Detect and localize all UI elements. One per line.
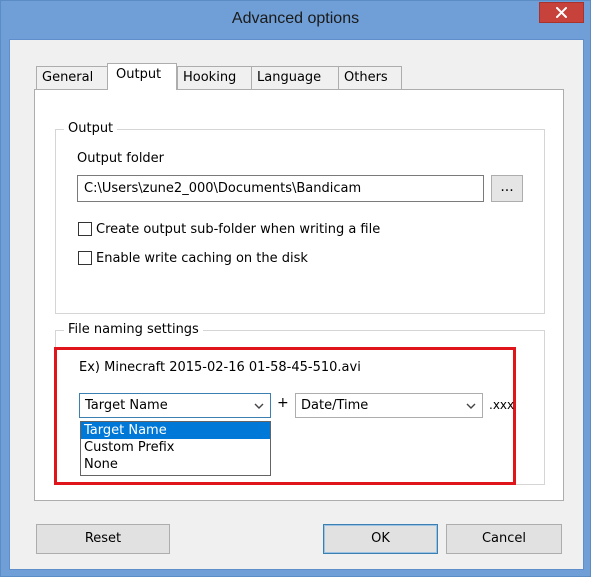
dropdown-option-none[interactable]: None — [81, 456, 270, 473]
reset-button[interactable]: Reset — [36, 524, 170, 554]
subfolder-checkbox[interactable] — [78, 222, 92, 236]
prefix-dropdown-list: Target Name Custom Prefix None — [80, 421, 271, 476]
dropdown-option-target-name[interactable]: Target Name — [81, 422, 270, 439]
tab-language[interactable]: Language — [251, 66, 339, 89]
title-bar[interactable]: Advanced options — [1, 1, 590, 39]
tab-label: Others — [344, 70, 388, 85]
dialog-window: Advanced options General Output Hooking … — [0, 0, 591, 577]
tab-others[interactable]: Others — [338, 66, 402, 89]
chevron-down-icon — [254, 403, 264, 409]
chevron-down-icon — [466, 403, 476, 409]
file-extension-label: .xxx — [489, 398, 515, 412]
tab-label: General — [42, 70, 94, 85]
tab-label: Output — [116, 67, 162, 82]
filename-example: Ex) Minecraft 2015-02-16 01-58-45-510.av… — [79, 360, 361, 375]
browse-folder-button[interactable]: ... — [491, 175, 523, 202]
write-caching-checkbox-row[interactable]: Enable write caching on the disk — [78, 249, 308, 267]
cancel-button[interactable]: Cancel — [446, 524, 562, 554]
ok-button[interactable]: OK — [323, 524, 438, 554]
suffix-combobox[interactable]: Date/Time — [295, 393, 483, 418]
close-button[interactable] — [539, 2, 584, 23]
write-caching-checkbox[interactable] — [78, 251, 92, 265]
output-folder-input[interactable]: C:\Users\zune2_000\Documents\Bandicam — [77, 175, 484, 202]
tab-label: Language — [257, 70, 322, 85]
output-folder-label: Output folder — [77, 151, 165, 166]
dropdown-option-custom-prefix[interactable]: Custom Prefix — [81, 439, 270, 456]
tab-label: Hooking — [183, 70, 237, 85]
tab-hooking[interactable]: Hooking — [177, 66, 252, 89]
prefix-combobox[interactable]: Target Name — [79, 393, 271, 418]
dialog-client-area: General Output Hooking Language Others O… — [9, 39, 584, 570]
suffix-combobox-value: Date/Time — [301, 398, 369, 413]
output-group-label: Output — [64, 120, 118, 138]
write-caching-checkbox-label: Enable write caching on the disk — [96, 250, 308, 266]
subfolder-checkbox-label: Create output sub-folder when writing a … — [96, 221, 381, 237]
tab-output[interactable]: Output — [107, 63, 177, 90]
tab-general[interactable]: General — [36, 66, 108, 89]
plus-separator: + — [277, 395, 289, 411]
close-icon — [556, 7, 567, 18]
file-naming-group-label: File naming settings — [64, 321, 203, 339]
subfolder-checkbox-row[interactable]: Create output sub-folder when writing a … — [78, 220, 380, 238]
prefix-combobox-value: Target Name — [85, 398, 168, 413]
window-title: Advanced options — [231, 10, 360, 27]
